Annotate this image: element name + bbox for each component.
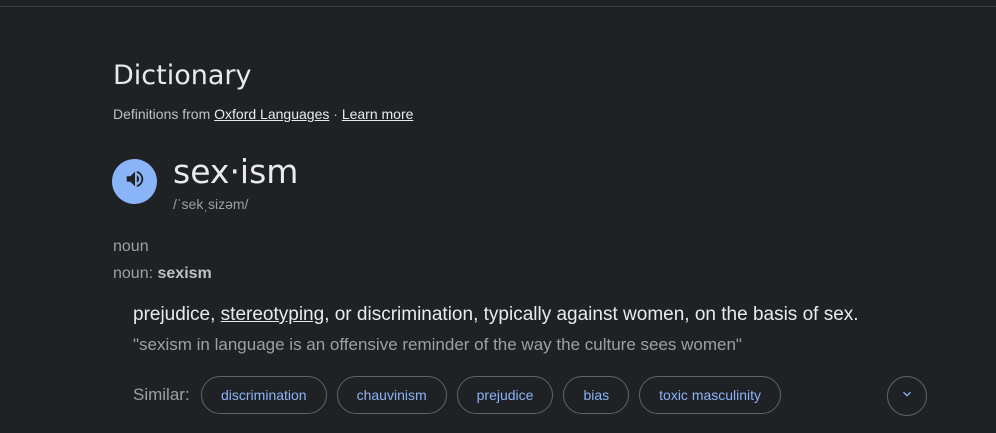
stereotyping-link[interactable]: stereotyping — [221, 304, 325, 325]
volume-icon — [124, 168, 146, 195]
similar-chips: discrimination chauvinism prejudice bias… — [201, 376, 782, 414]
similar-chip-bias[interactable]: bias — [563, 376, 630, 414]
definition-text: prejudice, stereotyping, or discriminati… — [133, 304, 859, 326]
headword: sex·ism — [173, 152, 299, 191]
pos-prefix: noun — [113, 265, 149, 282]
pronunciation-button[interactable] — [112, 159, 157, 204]
pos-word: sexism — [157, 265, 212, 282]
similar-chip-prejudice[interactable]: prejudice — [456, 376, 554, 414]
similar-chip-chauvinism[interactable]: chauvinism — [336, 376, 447, 414]
similar-chip-toxic-masculinity[interactable]: toxic masculinity — [639, 376, 782, 414]
top-divider — [0, 6, 996, 7]
phonetic-spelling: /ˈsekˌsizəm/ — [173, 196, 249, 212]
learn-more-link[interactable]: Learn more — [342, 106, 414, 122]
part-of-speech-line: noun: sexism — [113, 265, 212, 283]
chevron-down-icon — [899, 386, 915, 407]
source-prefix: Definitions from — [113, 106, 211, 122]
dictionary-title: Dictionary — [113, 60, 252, 91]
example-sentence: "sexism in language is an offensive remi… — [133, 335, 742, 354]
similar-chip-discrimination[interactable]: discrimination — [201, 376, 327, 414]
expand-similar-button[interactable] — [887, 376, 927, 416]
definition-before: prejudice, — [133, 304, 216, 325]
similar-label: Similar: — [133, 385, 190, 404]
source-separator: · — [333, 106, 338, 122]
pos-colon: : — [148, 265, 154, 282]
definition-after: , or discrimination, typically against w… — [324, 304, 859, 325]
oxford-languages-link[interactable]: Oxford Languages — [214, 106, 329, 122]
part-of-speech: noun — [113, 238, 149, 255]
source-line: Definitions from Oxford Languages · Lear… — [113, 106, 413, 122]
